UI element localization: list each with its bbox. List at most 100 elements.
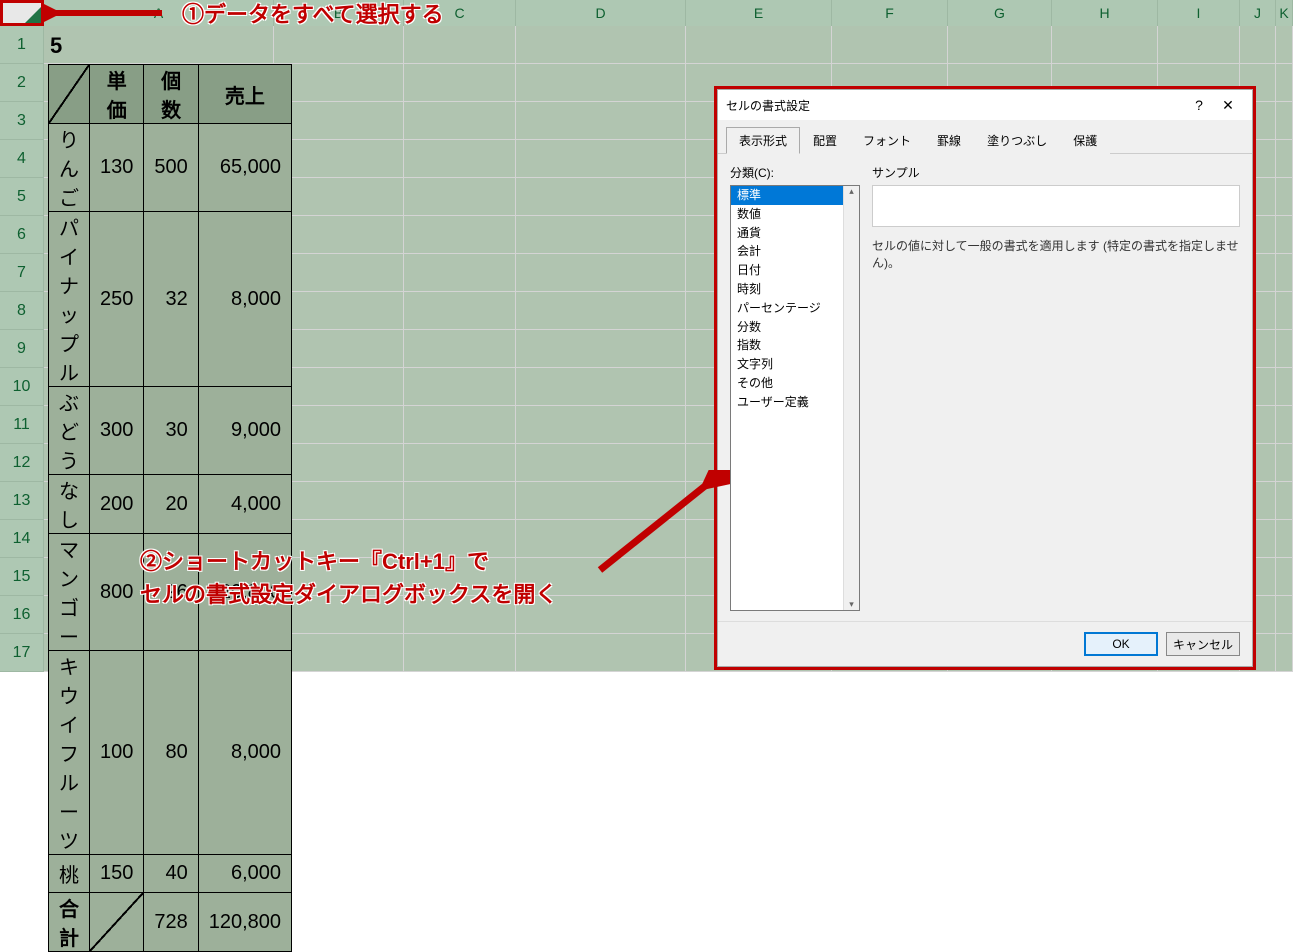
category-item[interactable]: ユーザー定義 <box>731 393 859 412</box>
cell[interactable] <box>404 634 516 672</box>
cell[interactable] <box>44 216 274 254</box>
row-header-4[interactable]: 4 <box>0 140 44 178</box>
cell[interactable] <box>44 26 274 64</box>
cell[interactable] <box>44 254 274 292</box>
cell[interactable] <box>516 26 686 64</box>
scrollbar[interactable] <box>843 186 859 610</box>
cell[interactable] <box>1276 140 1293 178</box>
select-all-corner[interactable] <box>0 0 44 26</box>
cell[interactable] <box>404 292 516 330</box>
total-label[interactable]: 合計 <box>49 893 90 952</box>
tab-罫線[interactable]: 罫線 <box>924 127 974 154</box>
total-price-blank[interactable] <box>90 893 144 952</box>
cell[interactable] <box>516 292 686 330</box>
row-header-10[interactable]: 10 <box>0 368 44 406</box>
category-item[interactable]: 通貨 <box>731 224 859 243</box>
cell[interactable] <box>44 140 274 178</box>
total-sales[interactable]: 120,800 <box>198 893 291 952</box>
category-item[interactable]: 文字列 <box>731 355 859 374</box>
cell[interactable] <box>1276 216 1293 254</box>
cell[interactable] <box>832 26 948 64</box>
cell[interactable] <box>274 178 404 216</box>
cell[interactable] <box>44 102 274 140</box>
category-listbox[interactable]: 標準数値通貨会計日付時刻パーセンテージ分数指数文字列その他ユーザー定義 <box>730 185 860 611</box>
cell[interactable] <box>404 254 516 292</box>
cell[interactable] <box>1276 558 1293 596</box>
cell[interactable] <box>404 26 516 64</box>
cell[interactable] <box>404 368 516 406</box>
col-header-J[interactable]: J <box>1240 0 1276 26</box>
row-header-2[interactable]: 2 <box>0 64 44 102</box>
cell[interactable] <box>516 254 686 292</box>
cell[interactable] <box>1276 482 1293 520</box>
cell[interactable] <box>1276 596 1293 634</box>
cell[interactable] <box>1276 330 1293 368</box>
cell-qty[interactable]: 40 <box>144 855 198 893</box>
row-header-9[interactable]: 9 <box>0 330 44 368</box>
cell[interactable] <box>44 444 274 482</box>
cell[interactable] <box>44 634 274 672</box>
dialog-help-button[interactable]: ? <box>1186 97 1212 113</box>
col-header-H[interactable]: H <box>1052 0 1158 26</box>
cell[interactable] <box>1276 254 1293 292</box>
col-header-F[interactable]: F <box>832 0 948 26</box>
category-item[interactable]: 日付 <box>731 261 859 280</box>
cell[interactable] <box>948 26 1052 64</box>
cell[interactable] <box>274 634 404 672</box>
cell[interactable] <box>274 254 404 292</box>
col-header-I[interactable]: I <box>1158 0 1240 26</box>
cell[interactable] <box>404 64 516 102</box>
cell[interactable] <box>516 216 686 254</box>
cell[interactable] <box>1276 64 1293 102</box>
cell[interactable] <box>404 444 516 482</box>
cell[interactable] <box>274 368 404 406</box>
row-header-8[interactable]: 8 <box>0 292 44 330</box>
cell[interactable] <box>44 368 274 406</box>
cell[interactable] <box>404 482 516 520</box>
tab-配置[interactable]: 配置 <box>800 127 850 154</box>
cell[interactable] <box>1240 26 1276 64</box>
cell[interactable] <box>274 330 404 368</box>
cell[interactable] <box>1276 634 1293 672</box>
cell[interactable] <box>1276 406 1293 444</box>
row-header-11[interactable]: 11 <box>0 406 44 444</box>
cell-name[interactable]: 桃 <box>49 855 90 893</box>
cell[interactable] <box>516 140 686 178</box>
col-header-G[interactable]: G <box>948 0 1052 26</box>
cell[interactable] <box>1276 368 1293 406</box>
category-item[interactable]: パーセンテージ <box>731 299 859 318</box>
row-header-14[interactable]: 14 <box>0 520 44 558</box>
row-header-6[interactable]: 6 <box>0 216 44 254</box>
cell[interactable] <box>1158 26 1240 64</box>
cell[interactable] <box>404 102 516 140</box>
cell-price[interactable]: 150 <box>90 855 144 893</box>
cell[interactable] <box>44 330 274 368</box>
category-item[interactable]: その他 <box>731 374 859 393</box>
row-header-1[interactable]: 1 <box>0 26 44 64</box>
cell[interactable] <box>274 26 404 64</box>
cell[interactable] <box>274 216 404 254</box>
cell[interactable] <box>516 368 686 406</box>
category-item[interactable]: 標準 <box>731 186 859 205</box>
ok-button[interactable]: OK <box>1084 632 1158 656</box>
col-header-E[interactable]: E <box>686 0 832 26</box>
row-header-12[interactable]: 12 <box>0 444 44 482</box>
dialog-close-button[interactable]: ✕ <box>1212 97 1244 114</box>
tab-塗りつぶし[interactable]: 塗りつぶし <box>974 127 1060 154</box>
cell[interactable] <box>686 26 832 64</box>
tab-保護[interactable]: 保護 <box>1060 127 1110 154</box>
category-item[interactable]: 指数 <box>731 336 859 355</box>
row-header-15[interactable]: 15 <box>0 558 44 596</box>
cell[interactable] <box>44 406 274 444</box>
row-header-13[interactable]: 13 <box>0 482 44 520</box>
cell[interactable] <box>516 178 686 216</box>
cell[interactable] <box>404 178 516 216</box>
cell[interactable] <box>404 216 516 254</box>
category-item[interactable]: 会計 <box>731 242 859 261</box>
cell[interactable] <box>274 444 404 482</box>
total-qty[interactable]: 728 <box>144 893 198 952</box>
cell[interactable] <box>1276 292 1293 330</box>
cancel-button[interactable]: キャンセル <box>1166 632 1240 656</box>
tab-フォント[interactable]: フォント <box>850 127 924 154</box>
cell[interactable] <box>404 330 516 368</box>
